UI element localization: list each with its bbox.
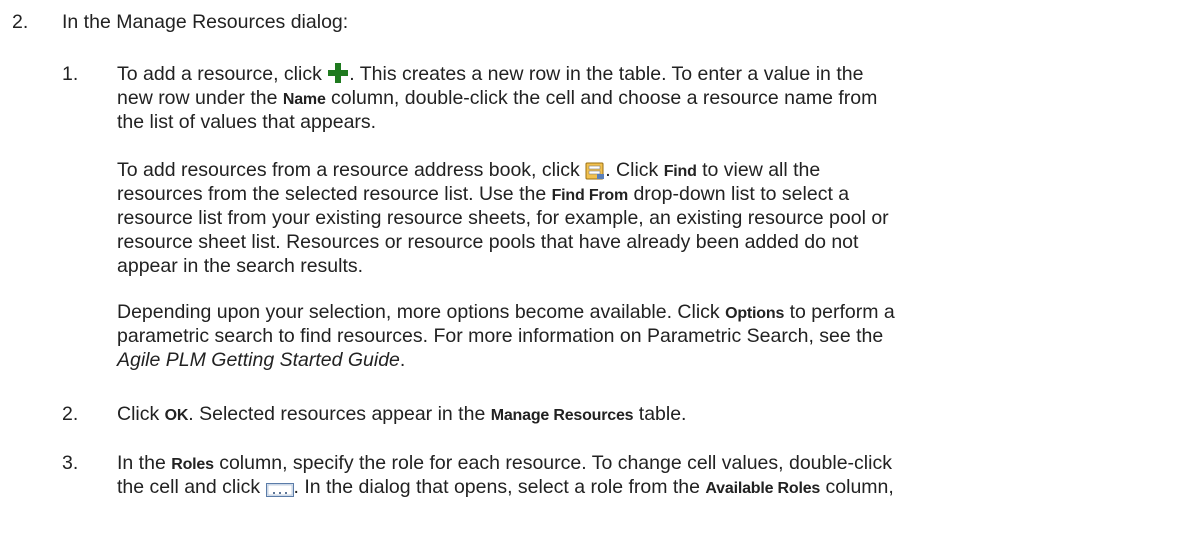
substep1-line3: the list of values that appears. — [117, 111, 377, 133]
substep1-p3-line1: Depending upon your selection, more opti… — [117, 301, 895, 323]
ellipsis-button-icon — [265, 483, 294, 497]
substep1-p2-line3: resource list from your existing resourc… — [117, 207, 889, 229]
substep2-line1: Click OK. Selected resources appear in t… — [117, 403, 687, 425]
substep1-p3-line3: Agile PLM Getting Started Guide. — [117, 349, 406, 371]
substep3-line1: In the Roles column, specify the role fo… — [117, 452, 892, 474]
substep-number: 3. — [62, 452, 79, 474]
substep1-p2-line1: To add resources from a resource address… — [117, 159, 821, 181]
substep-number: 2. — [62, 403, 79, 425]
substep1-p2-line4: resource sheet list. Resources or resour… — [117, 231, 859, 253]
substep-number: 1. — [62, 63, 79, 85]
substep1-p2-line2: resources from the selected resource lis… — [117, 183, 850, 205]
plus-icon — [327, 62, 349, 84]
guide-title: Agile PLM Getting Started Guide — [117, 349, 400, 371]
substep3-line2: the cell and click . In the dialog that … — [117, 476, 894, 498]
step-number: 2. — [12, 11, 29, 33]
substep1-p2-line5: appear in the search results. — [117, 255, 364, 277]
step-intro: In the Manage Resources dialog: — [62, 11, 349, 33]
substep1-line1: To add a resource, click . This creates … — [117, 62, 864, 85]
substep1-p3-line2: parametric search to find resources. For… — [117, 325, 884, 347]
substep1-line2: new row under the Name column, double-cl… — [117, 87, 878, 109]
address-book-icon — [585, 162, 605, 180]
